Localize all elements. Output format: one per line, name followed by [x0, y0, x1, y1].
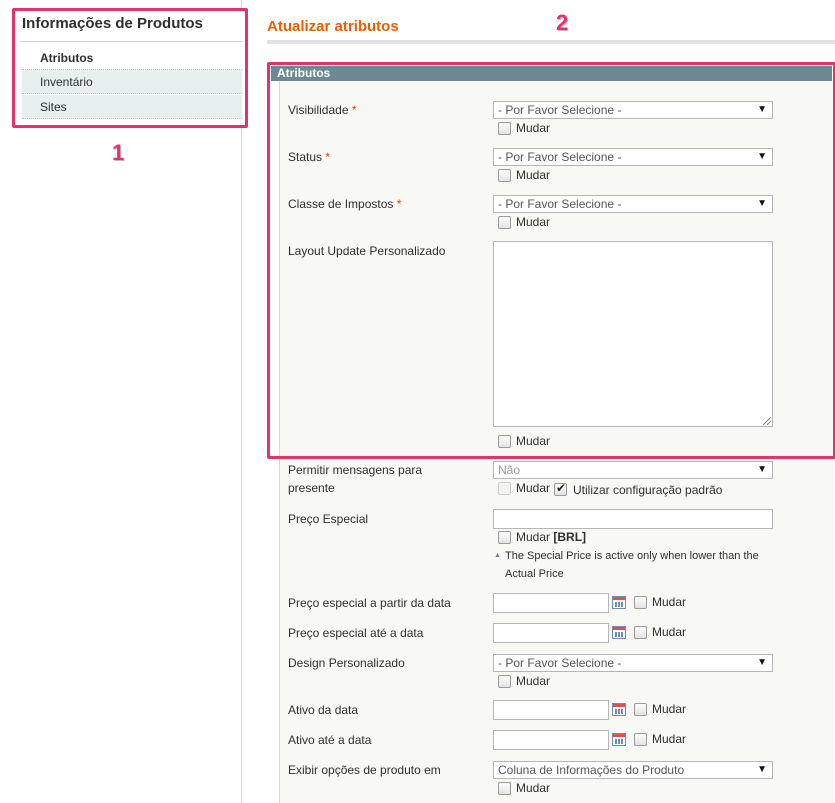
required-mark: * — [396, 197, 402, 211]
classe-impostos-label: Classe de Impostos * — [288, 197, 402, 211]
preco-especial-de-label: Preço especial a partir da data — [288, 596, 451, 610]
product-info-panel: Informações de Produtos Atributos Invent… — [12, 8, 248, 128]
ativo-ate-data-label: Ativo até a data — [288, 733, 372, 747]
change-label: Mudar — [516, 781, 551, 795]
design-personalizado-select[interactable]: - Por Favor Selecione - ▼ — [493, 654, 773, 672]
exibir-opcoes-change-checkbox[interactable] — [498, 782, 511, 795]
sidebar-title: Informações de Produtos — [22, 15, 203, 32]
special-price-note: The Special Price is active only when lo… — [505, 550, 759, 580]
ativo-ate-data-change-checkbox[interactable] — [634, 733, 647, 746]
preco-especial-ate-label: Preço especial até a data — [288, 626, 424, 640]
mensagens-presente-value: Não — [498, 463, 521, 477]
change-label: Mudar — [652, 732, 687, 746]
sidebar: Informações de Produtos Atributos Invent… — [0, 0, 248, 803]
visibilidade-select[interactable]: - Por Favor Selecione - ▼ — [493, 101, 773, 119]
dropdown-arrow-icon: ▼ — [757, 198, 767, 209]
calendar-icon[interactable] — [612, 596, 626, 609]
change-label: Mudar — [516, 674, 551, 688]
attributes-fieldset — [279, 75, 834, 803]
dropdown-arrow-icon: ▼ — [757, 104, 767, 115]
change-label: Mudar — [516, 215, 551, 229]
page-title: Atualizar atributos — [267, 18, 399, 35]
exibir-opcoes-value: Coluna de Informações do Produto — [498, 763, 685, 777]
sidebar-item-sites[interactable]: Sites — [22, 95, 242, 119]
change-label: Mudar — [652, 625, 687, 639]
sidebar-item-inventario[interactable]: Inventário — [22, 70, 242, 94]
layout-update-change-checkbox[interactable] — [498, 435, 511, 448]
classe-impostos-value: - Por Favor Selecione - — [498, 197, 622, 211]
preco-especial-de-input[interactable] — [493, 593, 609, 613]
visibilidade-value: - Por Favor Selecione - — [498, 103, 622, 117]
status-label: Status * — [288, 150, 331, 164]
use-default-config-checkbox[interactable] — [554, 481, 567, 496]
annotation-badge-1: 1 — [112, 140, 125, 165]
status-value: - Por Favor Selecione - — [498, 150, 622, 164]
exibir-opcoes-label: Exibir opções de produto em — [288, 763, 441, 777]
preco-especial-ate-change-checkbox[interactable] — [634, 626, 647, 639]
calendar-icon[interactable] — [612, 733, 626, 746]
dropdown-arrow-icon: ▼ — [757, 764, 767, 775]
exibir-opcoes-select[interactable]: Coluna de Informações do Produto ▼ — [493, 761, 773, 779]
calendar-icon[interactable] — [612, 626, 626, 639]
mensagens-presente-label: Permitir mensagens para presente — [288, 463, 423, 495]
preco-especial-input[interactable] — [493, 509, 773, 529]
change-label: Mudar — [516, 121, 551, 135]
visibilidade-label: Visibilidade * — [288, 103, 357, 117]
annotation-badge-2: 2 — [556, 10, 569, 35]
preco-especial-change-label: Mudar [BRL] — [516, 530, 587, 544]
ativo-da-data-label: Ativo da data — [288, 703, 359, 717]
dropdown-arrow-icon: ▼ — [757, 657, 767, 668]
classe-impostos-select[interactable]: - Por Favor Selecione - ▼ — [493, 195, 773, 213]
design-personalizado-change-checkbox[interactable] — [498, 675, 511, 688]
layout-update-textarea[interactable] — [493, 241, 773, 427]
resize-handle-icon[interactable] — [763, 417, 771, 425]
change-label: Mudar — [516, 481, 551, 495]
classe-impostos-change-checkbox[interactable] — [498, 216, 511, 229]
mensagens-presente-change-checkbox[interactable] — [498, 482, 511, 495]
status-change-checkbox[interactable] — [498, 169, 511, 182]
design-personalizado-label: Design Personalizado — [288, 656, 405, 670]
visibilidade-change-checkbox[interactable] — [498, 122, 511, 135]
status-select[interactable]: - Por Favor Selecione - ▼ — [493, 148, 773, 166]
change-label: Mudar — [652, 595, 687, 609]
change-label: Mudar — [516, 168, 551, 182]
section-header: Atributos — [271, 66, 832, 81]
currency-label: [BRL] — [553, 530, 587, 544]
ativo-ate-data-input[interactable] — [493, 730, 609, 750]
ativo-da-data-change-checkbox[interactable] — [634, 703, 647, 716]
change-label: Mudar — [516, 434, 551, 448]
change-label: Mudar — [652, 702, 687, 716]
preco-especial-ate-input[interactable] — [493, 623, 609, 643]
calendar-icon[interactable] — [612, 703, 626, 716]
design-personalizado-value: - Por Favor Selecione - — [498, 656, 622, 670]
title-divider — [267, 40, 835, 44]
sidebar-item-atributos[interactable]: Atributos — [22, 46, 242, 70]
ativo-da-data-input[interactable] — [493, 700, 609, 720]
sidebar-divider — [20, 41, 243, 42]
dropdown-arrow-icon: ▼ — [757, 151, 767, 162]
use-default-config-label: Utilizar configuração padrão — [573, 483, 723, 497]
required-mark: * — [325, 150, 331, 164]
mensagens-presente-select[interactable]: Não ▼ — [493, 461, 773, 479]
layout-update-label: Layout Update Personalizado — [288, 244, 446, 258]
preco-especial-change-checkbox[interactable] — [498, 531, 511, 544]
required-mark: * — [351, 103, 357, 117]
dropdown-arrow-icon: ▼ — [757, 464, 767, 475]
preco-especial-de-change-checkbox[interactable] — [634, 596, 647, 609]
note-arrow-icon: ▲ — [494, 552, 501, 559]
preco-especial-label: Preço Especial — [288, 512, 369, 526]
